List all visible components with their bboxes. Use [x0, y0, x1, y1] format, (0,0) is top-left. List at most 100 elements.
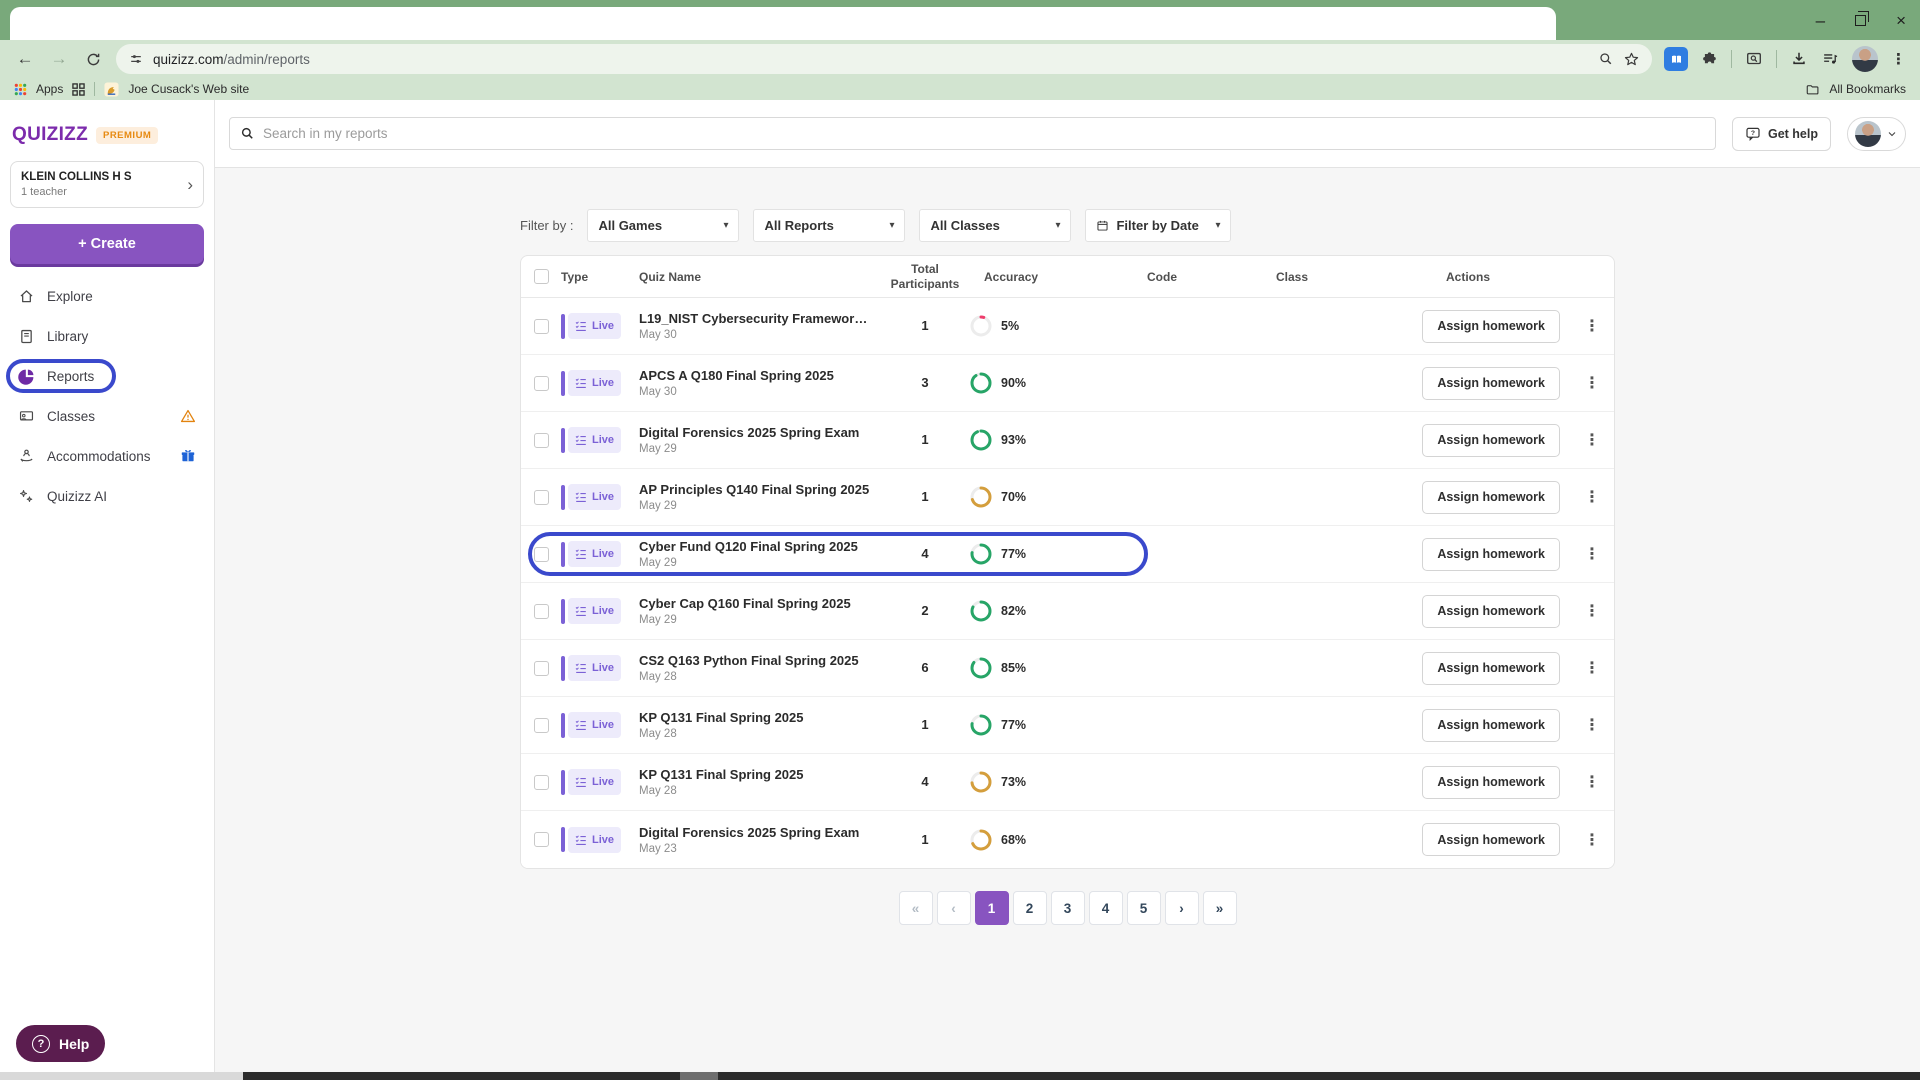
browser-tab[interactable]	[10, 7, 1556, 40]
send-to-device-icon[interactable]	[1745, 50, 1763, 68]
sidebar-item-accommodations[interactable]: Accommodations	[0, 436, 214, 476]
page-first-button[interactable]: «	[899, 891, 933, 925]
page-4-button[interactable]: 4	[1089, 891, 1123, 925]
row-checkbox[interactable]	[534, 376, 549, 391]
quiz-row[interactable]: Live Cyber Fund Q120 Final Spring 2025 M…	[521, 526, 1614, 583]
filter-dropdown-reports[interactable]: All Reports▾	[753, 209, 905, 242]
row-menu-icon[interactable]: ⋮	[1584, 544, 1600, 564]
bookmark-item[interactable]: Joe Cusack's Web site	[128, 82, 249, 96]
row-checkbox[interactable]	[534, 547, 549, 562]
all-bookmarks-button[interactable]: All Bookmarks	[1829, 82, 1906, 96]
quiz-name: AP Principles Q140 Final Spring 2025	[639, 482, 872, 497]
help-button[interactable]: ? Help	[16, 1025, 105, 1062]
row-menu-icon[interactable]: ⋮	[1584, 772, 1600, 792]
address-bar[interactable]: quizizz.com/admin/reports	[116, 44, 1652, 74]
grid-2x2-icon[interactable]	[72, 83, 85, 96]
quiz-row[interactable]: Live KP Q131 Final Spring 2025 May 28 1 …	[521, 697, 1614, 754]
row-checkbox[interactable]	[534, 490, 549, 505]
browser-menu-icon[interactable]: ⋮	[1891, 50, 1906, 68]
page-next-button[interactable]: ›	[1165, 891, 1199, 925]
zoom-icon[interactable]	[1598, 51, 1614, 67]
apps-shortcut-label[interactable]: Apps	[36, 82, 63, 96]
reload-button[interactable]	[78, 51, 108, 68]
quiz-row[interactable]: Live Digital Forensics 2025 Spring Exam …	[521, 412, 1614, 469]
window-minimize-button[interactable]: –	[1816, 12, 1825, 29]
assign-homework-button[interactable]: Assign homework	[1422, 538, 1560, 571]
quiz-row[interactable]: Live Cyber Cap Q160 Final Spring 2025 Ma…	[521, 583, 1614, 640]
sidebar-item-classes[interactable]: Classes	[0, 396, 214, 436]
apps-grid-icon[interactable]	[14, 83, 27, 96]
quiz-row[interactable]: Live KP Q131 Final Spring 2025 May 28 4 …	[521, 754, 1614, 811]
assign-homework-button[interactable]: Assign homework	[1422, 709, 1560, 742]
scrollbar-thumb[interactable]	[680, 1072, 718, 1080]
page-3-button[interactable]: 3	[1051, 891, 1085, 925]
window-restore-button[interactable]	[1855, 15, 1866, 26]
live-badge-label: Live	[592, 776, 614, 788]
search-input[interactable]	[263, 126, 1705, 141]
reading-list-icon[interactable]	[1664, 47, 1688, 71]
forward-button[interactable]: →	[44, 49, 74, 69]
row-menu-icon[interactable]: ⋮	[1584, 658, 1600, 678]
sidebar-item-library[interactable]: Library	[0, 316, 214, 356]
live-badge-label: Live	[592, 662, 614, 674]
quiz-row[interactable]: Live L19_NIST Cybersecurity Framework Tr…	[521, 298, 1614, 355]
back-button[interactable]: ←	[10, 49, 40, 69]
column-code: Code	[1102, 270, 1222, 284]
row-menu-icon[interactable]: ⋮	[1584, 601, 1600, 621]
filter-dropdown-games[interactable]: All Games▾	[587, 209, 739, 242]
school-selector[interactable]: KLEIN COLLINS H S 1 teacher ›	[10, 161, 204, 208]
sidebar-item-quizizz-ai[interactable]: Quizizz AI	[0, 476, 214, 516]
quiz-row[interactable]: Live APCS A Q180 Final Spring 2025 May 3…	[521, 355, 1614, 412]
assign-homework-button[interactable]: Assign homework	[1422, 424, 1560, 457]
account-menu[interactable]	[1847, 117, 1906, 151]
row-checkbox[interactable]	[534, 718, 549, 733]
create-button[interactable]: + Create	[10, 224, 204, 264]
filter-dropdown-classes[interactable]: All Classes▾	[919, 209, 1071, 242]
assign-homework-button[interactable]: Assign homework	[1422, 595, 1560, 628]
page-last-button[interactable]: »	[1203, 891, 1237, 925]
row-checkbox[interactable]	[534, 433, 549, 448]
row-menu-icon[interactable]: ⋮	[1584, 830, 1600, 850]
page-2-button[interactable]: 2	[1013, 891, 1047, 925]
row-menu-icon[interactable]: ⋮	[1584, 373, 1600, 393]
sidebar-item-explore[interactable]: Explore	[0, 276, 214, 316]
row-checkbox[interactable]	[534, 319, 549, 334]
header-checkbox[interactable]	[534, 269, 549, 284]
search-box[interactable]	[229, 117, 1716, 150]
quiz-row[interactable]: Live AP Principles Q140 Final Spring 202…	[521, 469, 1614, 526]
assign-homework-button[interactable]: Assign homework	[1422, 367, 1560, 400]
bookmark-star-icon[interactable]	[1623, 51, 1640, 68]
extensions-puzzle-icon[interactable]	[1701, 51, 1718, 68]
assign-homework-button[interactable]: Assign homework	[1422, 766, 1560, 799]
row-menu-icon[interactable]: ⋮	[1584, 487, 1600, 507]
row-menu-icon[interactable]: ⋮	[1584, 316, 1600, 336]
row-menu-icon[interactable]: ⋮	[1584, 715, 1600, 735]
assign-homework-button[interactable]: Assign homework	[1422, 823, 1560, 856]
assign-homework-button[interactable]: Assign homework	[1422, 310, 1560, 343]
school-name: KLEIN COLLINS H S	[21, 171, 132, 183]
quiz-name: CS2 Q163 Python Final Spring 2025	[639, 653, 872, 668]
row-checkbox[interactable]	[534, 832, 549, 847]
assign-homework-button[interactable]: Assign homework	[1422, 481, 1560, 514]
site-info-icon[interactable]	[128, 51, 144, 67]
sidebar-item-reports[interactable]: Reports	[0, 356, 214, 396]
accuracy-value: 77%	[1001, 547, 1026, 561]
get-help-button[interactable]: ? Get help	[1732, 117, 1831, 151]
row-checkbox[interactable]	[534, 661, 549, 676]
assign-homework-button[interactable]: Assign homework	[1422, 652, 1560, 685]
quiz-row[interactable]: Live CS2 Q163 Python Final Spring 2025 M…	[521, 640, 1614, 697]
row-menu-icon[interactable]: ⋮	[1584, 430, 1600, 450]
page-1-button[interactable]: 1	[975, 891, 1009, 925]
quizizz-logo[interactable]: QUIZIZZ	[12, 124, 88, 146]
filter-dropdown-date[interactable]: Filter by Date▾	[1085, 209, 1231, 242]
quiz-row[interactable]: Live Digital Forensics 2025 Spring Exam …	[521, 811, 1614, 868]
browser-profile-avatar[interactable]	[1852, 46, 1878, 72]
playlist-icon[interactable]	[1821, 50, 1839, 68]
row-checkbox[interactable]	[534, 604, 549, 619]
window-close-button[interactable]: ×	[1896, 12, 1906, 29]
page-prev-button[interactable]: ‹	[937, 891, 971, 925]
downloads-icon[interactable]	[1790, 50, 1808, 68]
page-5-button[interactable]: 5	[1127, 891, 1161, 925]
home-icon	[18, 288, 35, 305]
row-checkbox[interactable]	[534, 775, 549, 790]
